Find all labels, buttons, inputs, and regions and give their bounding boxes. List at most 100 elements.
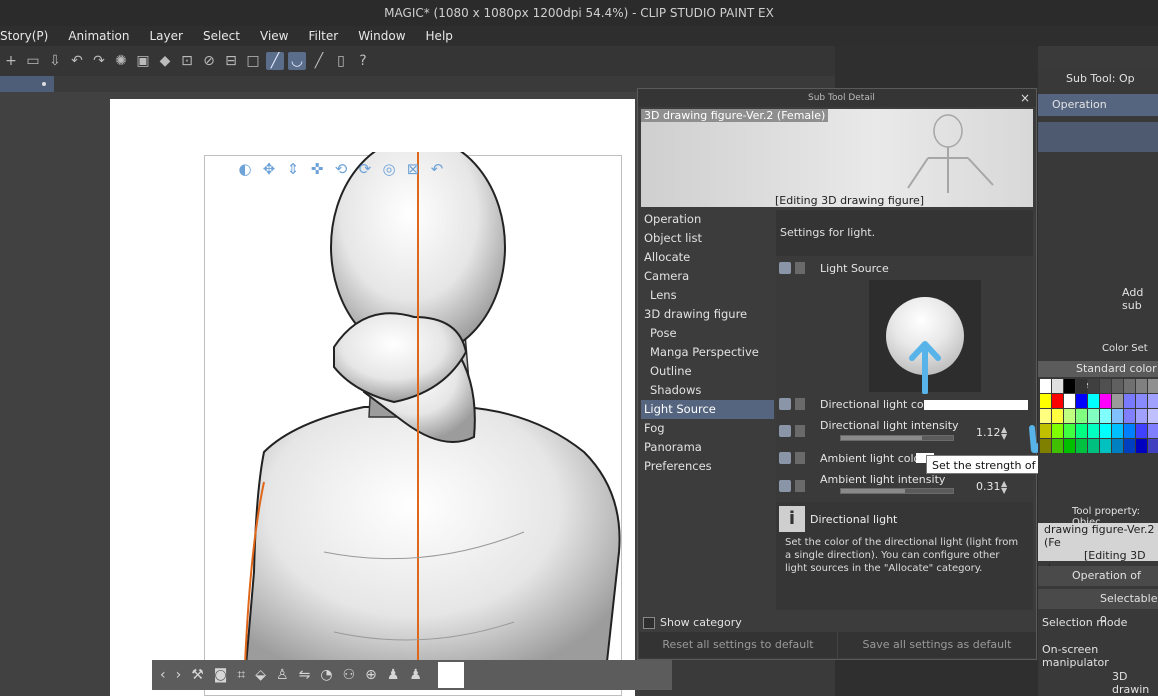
category-camera[interactable]: Camera	[641, 267, 774, 286]
category-shadows[interactable]: Shadows	[641, 381, 774, 400]
color-swatch[interactable]	[1148, 439, 1158, 453]
color-swatch[interactable]	[1148, 409, 1158, 423]
menu-story[interactable]: Story(P)	[0, 26, 58, 46]
color-swatch[interactable]	[1076, 379, 1087, 393]
category-panorama[interactable]: Panorama	[641, 438, 774, 457]
expand-icon[interactable]	[795, 262, 805, 274]
color-swatch[interactable]	[1088, 439, 1099, 453]
category-pose[interactable]: Pose	[641, 324, 774, 343]
category-outline[interactable]: Outline	[641, 362, 774, 381]
rotate-x-icon[interactable]: ⟳	[356, 160, 374, 178]
camera-dolly-icon[interactable]: ⇕	[284, 160, 302, 178]
color-swatch[interactable]	[1088, 394, 1099, 408]
menu-view[interactable]: View	[250, 26, 298, 46]
canvas-tab[interactable]	[0, 76, 54, 92]
3d-figure-illustration[interactable]	[204, 152, 634, 689]
color-swatch[interactable]	[1052, 379, 1063, 393]
expand-icon[interactable]	[795, 425, 805, 437]
invert-selection-icon[interactable]: ⊟	[222, 52, 240, 70]
color-swatch[interactable]	[1100, 379, 1111, 393]
directional-light-color-swatch[interactable]	[924, 400, 1028, 410]
expand-icon[interactable]	[795, 452, 805, 464]
color-swatch[interactable]	[1100, 424, 1111, 438]
directional-light-intensity-value[interactable]: 1.12	[976, 426, 1001, 439]
show-category[interactable]: Show category	[643, 616, 742, 629]
color-swatch[interactable]	[1124, 409, 1135, 423]
color-swatch[interactable]	[1040, 439, 1051, 453]
eye-icon[interactable]	[779, 425, 791, 437]
color-swatch[interactable]	[1100, 394, 1111, 408]
loading-icon[interactable]: ✺	[112, 52, 130, 70]
color-swatch[interactable]	[1112, 394, 1123, 408]
prev-icon[interactable]: ‹	[160, 667, 166, 683]
ambient-light-intensity-slider[interactable]	[840, 488, 954, 494]
color-swatch[interactable]	[1052, 394, 1063, 408]
close-icon[interactable]: ×	[1020, 89, 1030, 107]
category-allocate[interactable]: Allocate	[641, 248, 774, 267]
menu-select[interactable]: Select	[193, 26, 250, 46]
color-swatch[interactable]	[1136, 424, 1147, 438]
color-swatch[interactable]	[1040, 424, 1051, 438]
subtool-tab[interactable]: Sub Tool: Op	[1038, 72, 1158, 85]
save-icon[interactable]: ⇩	[46, 52, 64, 70]
category-light-source[interactable]: Light Source	[641, 400, 774, 419]
ground-icon[interactable]: ⬙	[255, 667, 266, 683]
menu-window[interactable]: Window	[348, 26, 415, 46]
lock-icon[interactable]: ◔	[320, 667, 332, 683]
ambient-light-intensity-value[interactable]: 0.31	[976, 480, 1001, 493]
open-file-icon[interactable]: ▭	[24, 52, 42, 70]
clear-icon[interactable]: ▣	[134, 52, 152, 70]
color-swatch[interactable]	[1040, 379, 1051, 393]
color-swatch[interactable]	[1040, 409, 1051, 423]
color-swatch[interactable]	[1136, 379, 1147, 393]
show-selection-icon[interactable]: □	[244, 52, 262, 70]
color-swatch[interactable]	[1136, 439, 1147, 453]
undo-icon[interactable]: ↶	[68, 52, 86, 70]
operation-of-transform-button[interactable]: Operation of trans	[1038, 566, 1158, 602]
color-swatch[interactable]	[1076, 424, 1087, 438]
reset-rotation-icon[interactable]: ↶	[428, 160, 446, 178]
color-swatch[interactable]	[1136, 394, 1147, 408]
color-swatch[interactable]	[1088, 379, 1099, 393]
camera-icon[interactable]: ◙	[214, 667, 228, 683]
selected-subtool[interactable]	[1038, 122, 1158, 152]
spinner-icon[interactable]: ▲ ▼	[1001, 480, 1007, 495]
color-swatch[interactable]	[1112, 379, 1123, 393]
menu-filter[interactable]: Filter	[298, 26, 348, 46]
color-swatch[interactable]	[1052, 424, 1063, 438]
help-icon[interactable]: ?	[354, 52, 372, 70]
color-swatch[interactable]	[437, 662, 464, 688]
color-swatch[interactable]	[1148, 394, 1158, 408]
light-direction-picker[interactable]	[869, 280, 981, 394]
color-swatch[interactable]	[1148, 379, 1158, 393]
rotate-object-icon[interactable]: ⟲	[332, 160, 350, 178]
color-swatch[interactable]	[1124, 394, 1135, 408]
color-swatch[interactable]	[1100, 439, 1111, 453]
wrench-icon[interactable]: ⚒	[191, 667, 204, 683]
layer-name[interactable]: 3D drawin	[1038, 670, 1158, 696]
new-file-icon[interactable]: +	[2, 52, 20, 70]
rotate-y-icon[interactable]: ◎	[380, 160, 398, 178]
selectable-objects-button[interactable]: Selectable o	[1038, 589, 1158, 625]
camera-pan-icon[interactable]: ✥	[260, 160, 278, 178]
category-lens[interactable]: Lens	[641, 286, 774, 305]
color-swatch[interactable]	[1100, 409, 1111, 423]
redo-icon[interactable]: ↷	[90, 52, 108, 70]
reset-all-settings-button[interactable]: Reset all settings to default	[638, 632, 837, 658]
move-plane-icon[interactable]: ✜	[308, 160, 326, 178]
color-swatch[interactable]	[1040, 394, 1051, 408]
operation-item[interactable]: Operation	[1038, 94, 1158, 116]
snap-grid-icon[interactable]: ╱	[310, 52, 328, 70]
color-swatch[interactable]	[1064, 409, 1075, 423]
category-3d-drawing-figure[interactable]: 3D drawing figure	[641, 305, 774, 324]
body-icon[interactable]: ⚇	[343, 667, 356, 683]
figure-icon[interactable]: ♟	[387, 667, 400, 683]
color-swatch[interactable]	[1088, 424, 1099, 438]
eye-icon[interactable]	[779, 262, 791, 274]
menu-help[interactable]: Help	[416, 26, 463, 46]
next-icon[interactable]: ›	[176, 667, 182, 683]
smartphone-icon[interactable]: ▯	[332, 52, 350, 70]
category-operation[interactable]: Operation	[641, 210, 774, 229]
category-fog[interactable]: Fog	[641, 419, 774, 438]
color-swatch[interactable]	[1076, 439, 1087, 453]
